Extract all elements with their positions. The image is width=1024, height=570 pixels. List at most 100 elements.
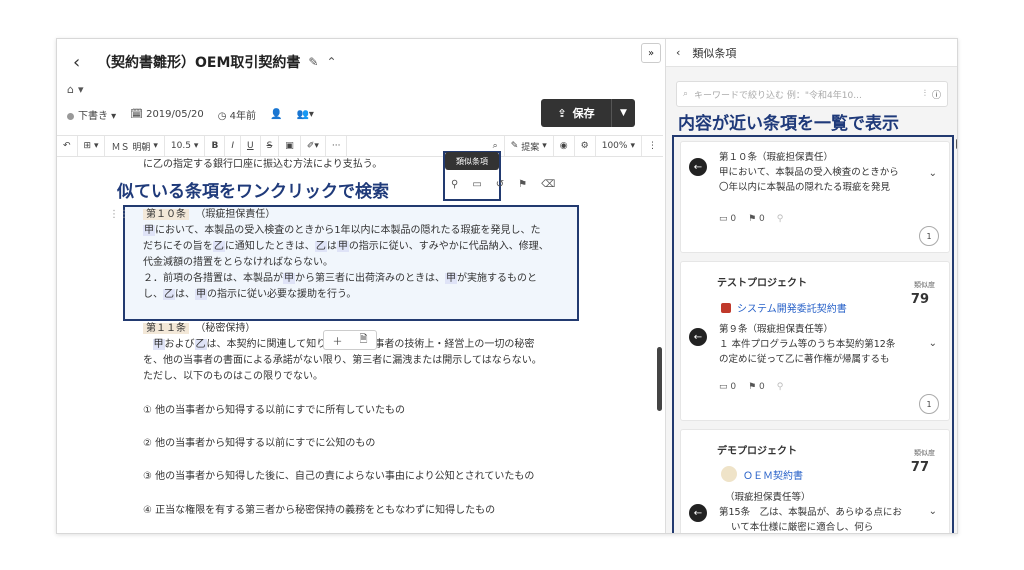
page-number[interactable]: 1 [919, 226, 939, 246]
comment-count[interactable]: ▭ 0 [719, 382, 736, 392]
insert-arrow-icon[interactable]: ← [689, 158, 707, 176]
drag-handle-icon[interactable]: ⋮⋮ [109, 209, 129, 220]
save-button[interactable]: ⇪ 保存 ▼ [541, 99, 635, 127]
undo-icon[interactable]: ↶ [57, 136, 78, 156]
result-card[interactable]: テストプロジェクト 類似度 79 システム開発委託契約書 ← 第９条（瑕疵担保責… [680, 261, 950, 421]
status-selector[interactable]: 下書き ▾ [67, 107, 116, 122]
comment-count-value: 0 [730, 214, 737, 224]
similarity-score: 77 [910, 460, 929, 475]
zoom-select[interactable]: 100% ▾ [596, 136, 642, 156]
strike-button[interactable]: S [261, 136, 280, 156]
save-label: 保存 [572, 107, 595, 120]
page-number[interactable]: 1 [919, 394, 939, 414]
party-a: 甲 [143, 225, 155, 236]
save-main[interactable]: ⇪ 保存 [541, 105, 611, 121]
pin-icon[interactable]: ⚲ [777, 214, 784, 224]
size-select[interactable]: 10.5 ▾ [165, 136, 206, 156]
panel-title: 類似条項 [692, 46, 737, 60]
paragraph-line: に乙の指定する銀行口座に振込む方法により支払う。 [143, 157, 382, 173]
contract-link[interactable]: システム開発委託契約書 [721, 300, 847, 315]
article-10-line1: 甲において、本製品の受入検査のときから1年以内に本製品の隠れたる瑕疵を発見し、た [143, 223, 541, 239]
comment-count-value: 0 [730, 382, 737, 392]
comment-icon[interactable]: ▭ [472, 179, 481, 190]
text-line: 当事者の技術上・経営上の一切の秘密 [364, 339, 535, 350]
chevron-down-icon: ▾ [77, 83, 84, 96]
back-chevron-icon[interactable]: ‹ [676, 46, 680, 59]
highlight-icon[interactable]: ✐▾ [301, 136, 326, 156]
text-line: ２．前項の各措置は、本製品が [143, 273, 283, 284]
insert-arrow-icon[interactable]: ← [689, 504, 707, 522]
similar-clause-icon[interactable]: ⚲ [451, 179, 458, 190]
bookmark-count[interactable]: ⚑ 0 [748, 214, 765, 224]
save-dropdown-button[interactable]: ▼ [611, 99, 635, 127]
text-box-icon[interactable]: ▣ [279, 136, 301, 156]
more-icon[interactable]: ··· [326, 136, 348, 156]
party-a: 甲 [445, 273, 457, 284]
app-window: ‹ （契約書雛形）OEM取引契約書 ✎ ⌃ ⌂ ▾ 下書き ▾ 🗓 2019/05… [56, 38, 958, 534]
text-line: に通知したときは、 [224, 241, 315, 252]
bold-button[interactable]: B [205, 136, 226, 156]
text-line: 代金減額の措置をとらなければならない。 [143, 257, 333, 268]
settings-icon[interactable]: ⚙ [575, 136, 596, 156]
result-card[interactable]: ← 第１０条（瑕疵担保責任） 甲において、本製品の受入検査のときから 〇年以内に… [680, 141, 950, 253]
kebab-icon[interactable]: ⋮ [642, 136, 663, 156]
expand-chevron-icon[interactable]: ⌄ [929, 506, 937, 517]
pin-icon[interactable]: ⚲ [777, 382, 784, 392]
text-line: の指示に従い必要な援助を行う。 [207, 289, 357, 300]
result-card[interactable]: デモプロジェクト 類似度 77 ＯＥＭ契約書 ← （瑕疵担保責任等） 第15条 … [680, 429, 950, 533]
font-select[interactable]: ＭＳ 明朝 ▾ [105, 136, 165, 156]
owner-icon[interactable]: 👤 [270, 109, 282, 120]
party-a: 甲 [283, 273, 295, 284]
text-line: ただし、以下のものはこの限りでない。 [143, 371, 323, 382]
suggest-button[interactable]: ✎ 提案 ▾ [505, 136, 554, 156]
clear-icon[interactable]: ⌫ [541, 179, 555, 190]
comment-count[interactable]: ▭ 0 [719, 214, 736, 224]
card-line: 第１０条（瑕疵担保責任） [719, 152, 834, 163]
table-button[interactable]: ⊞ ▾ [78, 136, 106, 156]
party-b: 乙 [212, 241, 225, 252]
edit-icon[interactable]: ✎ [308, 55, 318, 69]
contract-name: システム開発委託契約書 [737, 304, 847, 315]
size-label: 10.5 [170, 141, 191, 151]
annotation-left: 似ている条項をワンクリックで検索 [117, 182, 389, 202]
expand-chevron-icon[interactable]: ⌄ [929, 338, 937, 349]
font-label: ＭＳ 明朝 [111, 142, 151, 153]
keyword-search[interactable]: ⌕ キーワードで絞り込む 例："令和4年10... ⫶ ⓘ [676, 81, 948, 107]
tag-selector[interactable]: ⌂ ▾ [67, 83, 84, 96]
contract-name: ＯＥＭ契約書 [743, 470, 803, 482]
list-item: ③ 他の当事者から知得した後に、自己の責によらない事由により公知とされていたもの [143, 469, 534, 485]
search-input[interactable]: キーワードで絞り込む 例："令和4年10... [694, 88, 918, 101]
tag-icon: ⌂ [67, 83, 74, 96]
back-arrow-icon[interactable]: ‹ [73, 52, 89, 73]
underline-button[interactable]: U [241, 136, 261, 156]
bookmark-count-value: 0 [759, 214, 765, 224]
panel-scrollbar[interactable] [956, 139, 957, 149]
members-icon[interactable]: 👥▾ [296, 109, 313, 120]
italic-button[interactable]: I [225, 136, 241, 156]
help-icon[interactable]: ⓘ [932, 88, 941, 101]
editor-scrollbar[interactable] [657, 347, 662, 411]
document-add-icon[interactable]: 🗎 [359, 332, 367, 349]
expand-chevron-icon[interactable]: ⌄ [929, 168, 937, 179]
list-item-text: ③ 他の当事者から知得した後に、自己の責によらない事由により公知とされていたもの [143, 471, 535, 482]
card-line: 甲において、本製品の受入検査のときから [719, 167, 899, 178]
plus-icon[interactable]: ＋ [332, 333, 342, 348]
results-list: ← 第１０条（瑕疵担保責任） 甲において、本製品の受入検査のときから 〇年以内に… [672, 135, 954, 533]
contract-link[interactable]: ＯＥＭ契約書 [721, 466, 803, 482]
bookmark-icon[interactable]: ⚑ [518, 179, 527, 190]
insert-arrow-icon[interactable]: ← [689, 328, 707, 346]
view-icon[interactable]: ◉ [554, 136, 575, 156]
status-dot [67, 112, 74, 120]
filter-icon[interactable]: ⫶ [924, 89, 926, 99]
text-line: において、本製品の受入検査のときから1年以内に本製品の隠れたる瑕疵を発見し、た [155, 225, 541, 236]
bookmark-count[interactable]: ⚑ 0 [748, 382, 765, 392]
history-icon[interactable]: ↺ [496, 179, 504, 190]
similarity-score: 79 [910, 292, 929, 307]
search-icon: ⌕ [683, 89, 689, 99]
collapse-chevron-icon[interactable]: ⌃ [326, 55, 336, 69]
party-b: 乙 [314, 241, 327, 252]
expand-panel-button[interactable]: » [641, 43, 661, 63]
text-line: は [326, 241, 337, 252]
article-11-title: （秘密保持） [195, 323, 256, 334]
text-line: は、本契約に関連して知り [206, 339, 327, 350]
